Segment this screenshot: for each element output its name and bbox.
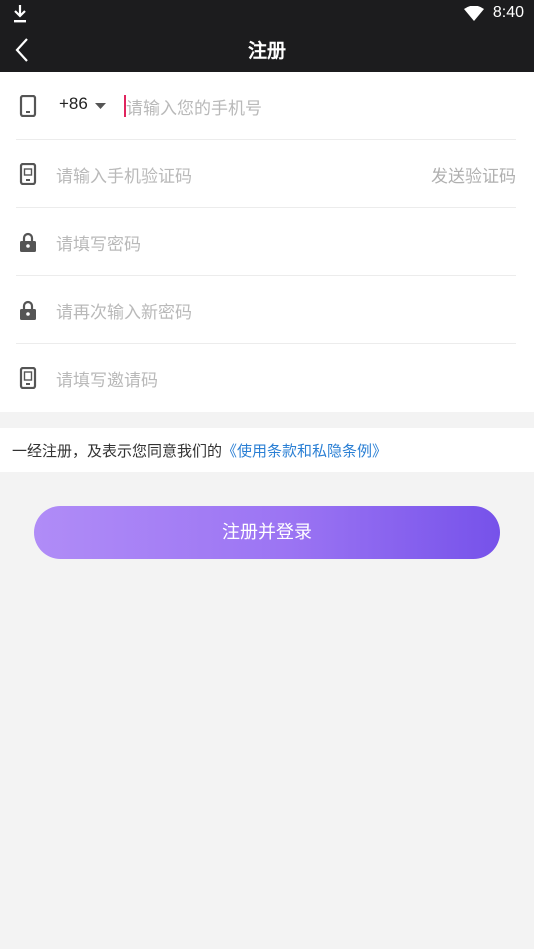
status-time: 8:40 (492, 4, 524, 21)
invite-code-field[interactable]: 请填写邀请码 (16, 344, 516, 412)
status-bar: 8:40 (0, 0, 534, 28)
confirm-password-input[interactable]: 请再次输入新密码 (56, 298, 192, 323)
wifi-icon (464, 6, 484, 21)
send-code-button[interactable]: 发送验证码 (431, 162, 516, 187)
sms-code-input[interactable]: 请输入手机验证码 (56, 162, 192, 187)
phone-icon (19, 95, 37, 117)
register-form: +86 请输入您的手机号 请输入手机验证码 发送验证码 请填写密码 请再次输入新… (0, 72, 534, 412)
download-icon (14, 5, 26, 23)
country-code-select[interactable]: +86 (59, 94, 88, 114)
terms-link[interactable]: 《使用条款和私隐条例》 (222, 442, 387, 460)
terms-notice: 一经注册，及表示您同意我们的《使用条款和私隐条例》 (0, 428, 534, 472)
register-login-button[interactable]: 注册并登录 (34, 506, 500, 559)
sms-code-field[interactable]: 请输入手机验证码 发送验证码 (16, 140, 516, 208)
confirm-password-field[interactable]: 请再次输入新密码 (16, 276, 516, 344)
password-input[interactable]: 请填写密码 (56, 230, 141, 255)
password-field[interactable]: 请填写密码 (16, 208, 516, 276)
invite-code-icon (19, 367, 37, 389)
phone-field[interactable]: +86 请输入您的手机号 (16, 72, 516, 140)
terms-prefix: 一经注册，及表示您同意我们的 (12, 442, 223, 460)
caret-down-icon[interactable] (95, 103, 106, 109)
phone-input[interactable]: 请输入您的手机号 (126, 94, 262, 119)
sms-code-icon (19, 163, 37, 185)
lock-icon (20, 232, 36, 252)
invite-code-input[interactable]: 请填写邀请码 (56, 366, 158, 391)
lock-icon (20, 300, 36, 320)
page-title: 注册 (247, 40, 286, 62)
title-bar: 注册 (0, 28, 534, 72)
